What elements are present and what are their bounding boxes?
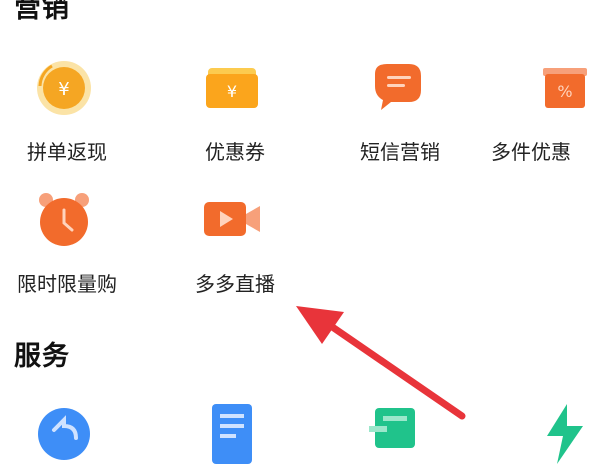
tile-label: 多多直播 [195, 272, 275, 296]
section-title-services: 服务 [14, 341, 70, 372]
coupon-ticket-icon: ¥ [200, 56, 264, 120]
svg-text:%: % [557, 82, 572, 101]
delivery-truck-icon [365, 402, 429, 466]
video-camera-icon [200, 188, 264, 252]
tile-label: 多件优惠 [491, 140, 571, 164]
lightning-bolt-icon [533, 402, 597, 466]
document-list-icon [200, 402, 264, 466]
tile-label: 短信营销 [360, 140, 440, 164]
section-title-marketing: 营销 [14, 0, 70, 24]
tile-label: 拼单返现 [27, 140, 107, 164]
svg-text:¥: ¥ [58, 79, 69, 100]
sms-chat-bubble-icon [365, 56, 429, 120]
tile-label: 优惠券 [205, 140, 265, 164]
cashback-coin-icon: ¥ [32, 56, 96, 120]
alarm-clock-icon [32, 188, 96, 252]
svg-text:¥: ¥ [227, 82, 237, 101]
return-arrow-icon [32, 402, 96, 466]
multi-item-discount-bag-icon: % [533, 56, 597, 120]
tile-label: 限时限量购 [17, 272, 117, 296]
